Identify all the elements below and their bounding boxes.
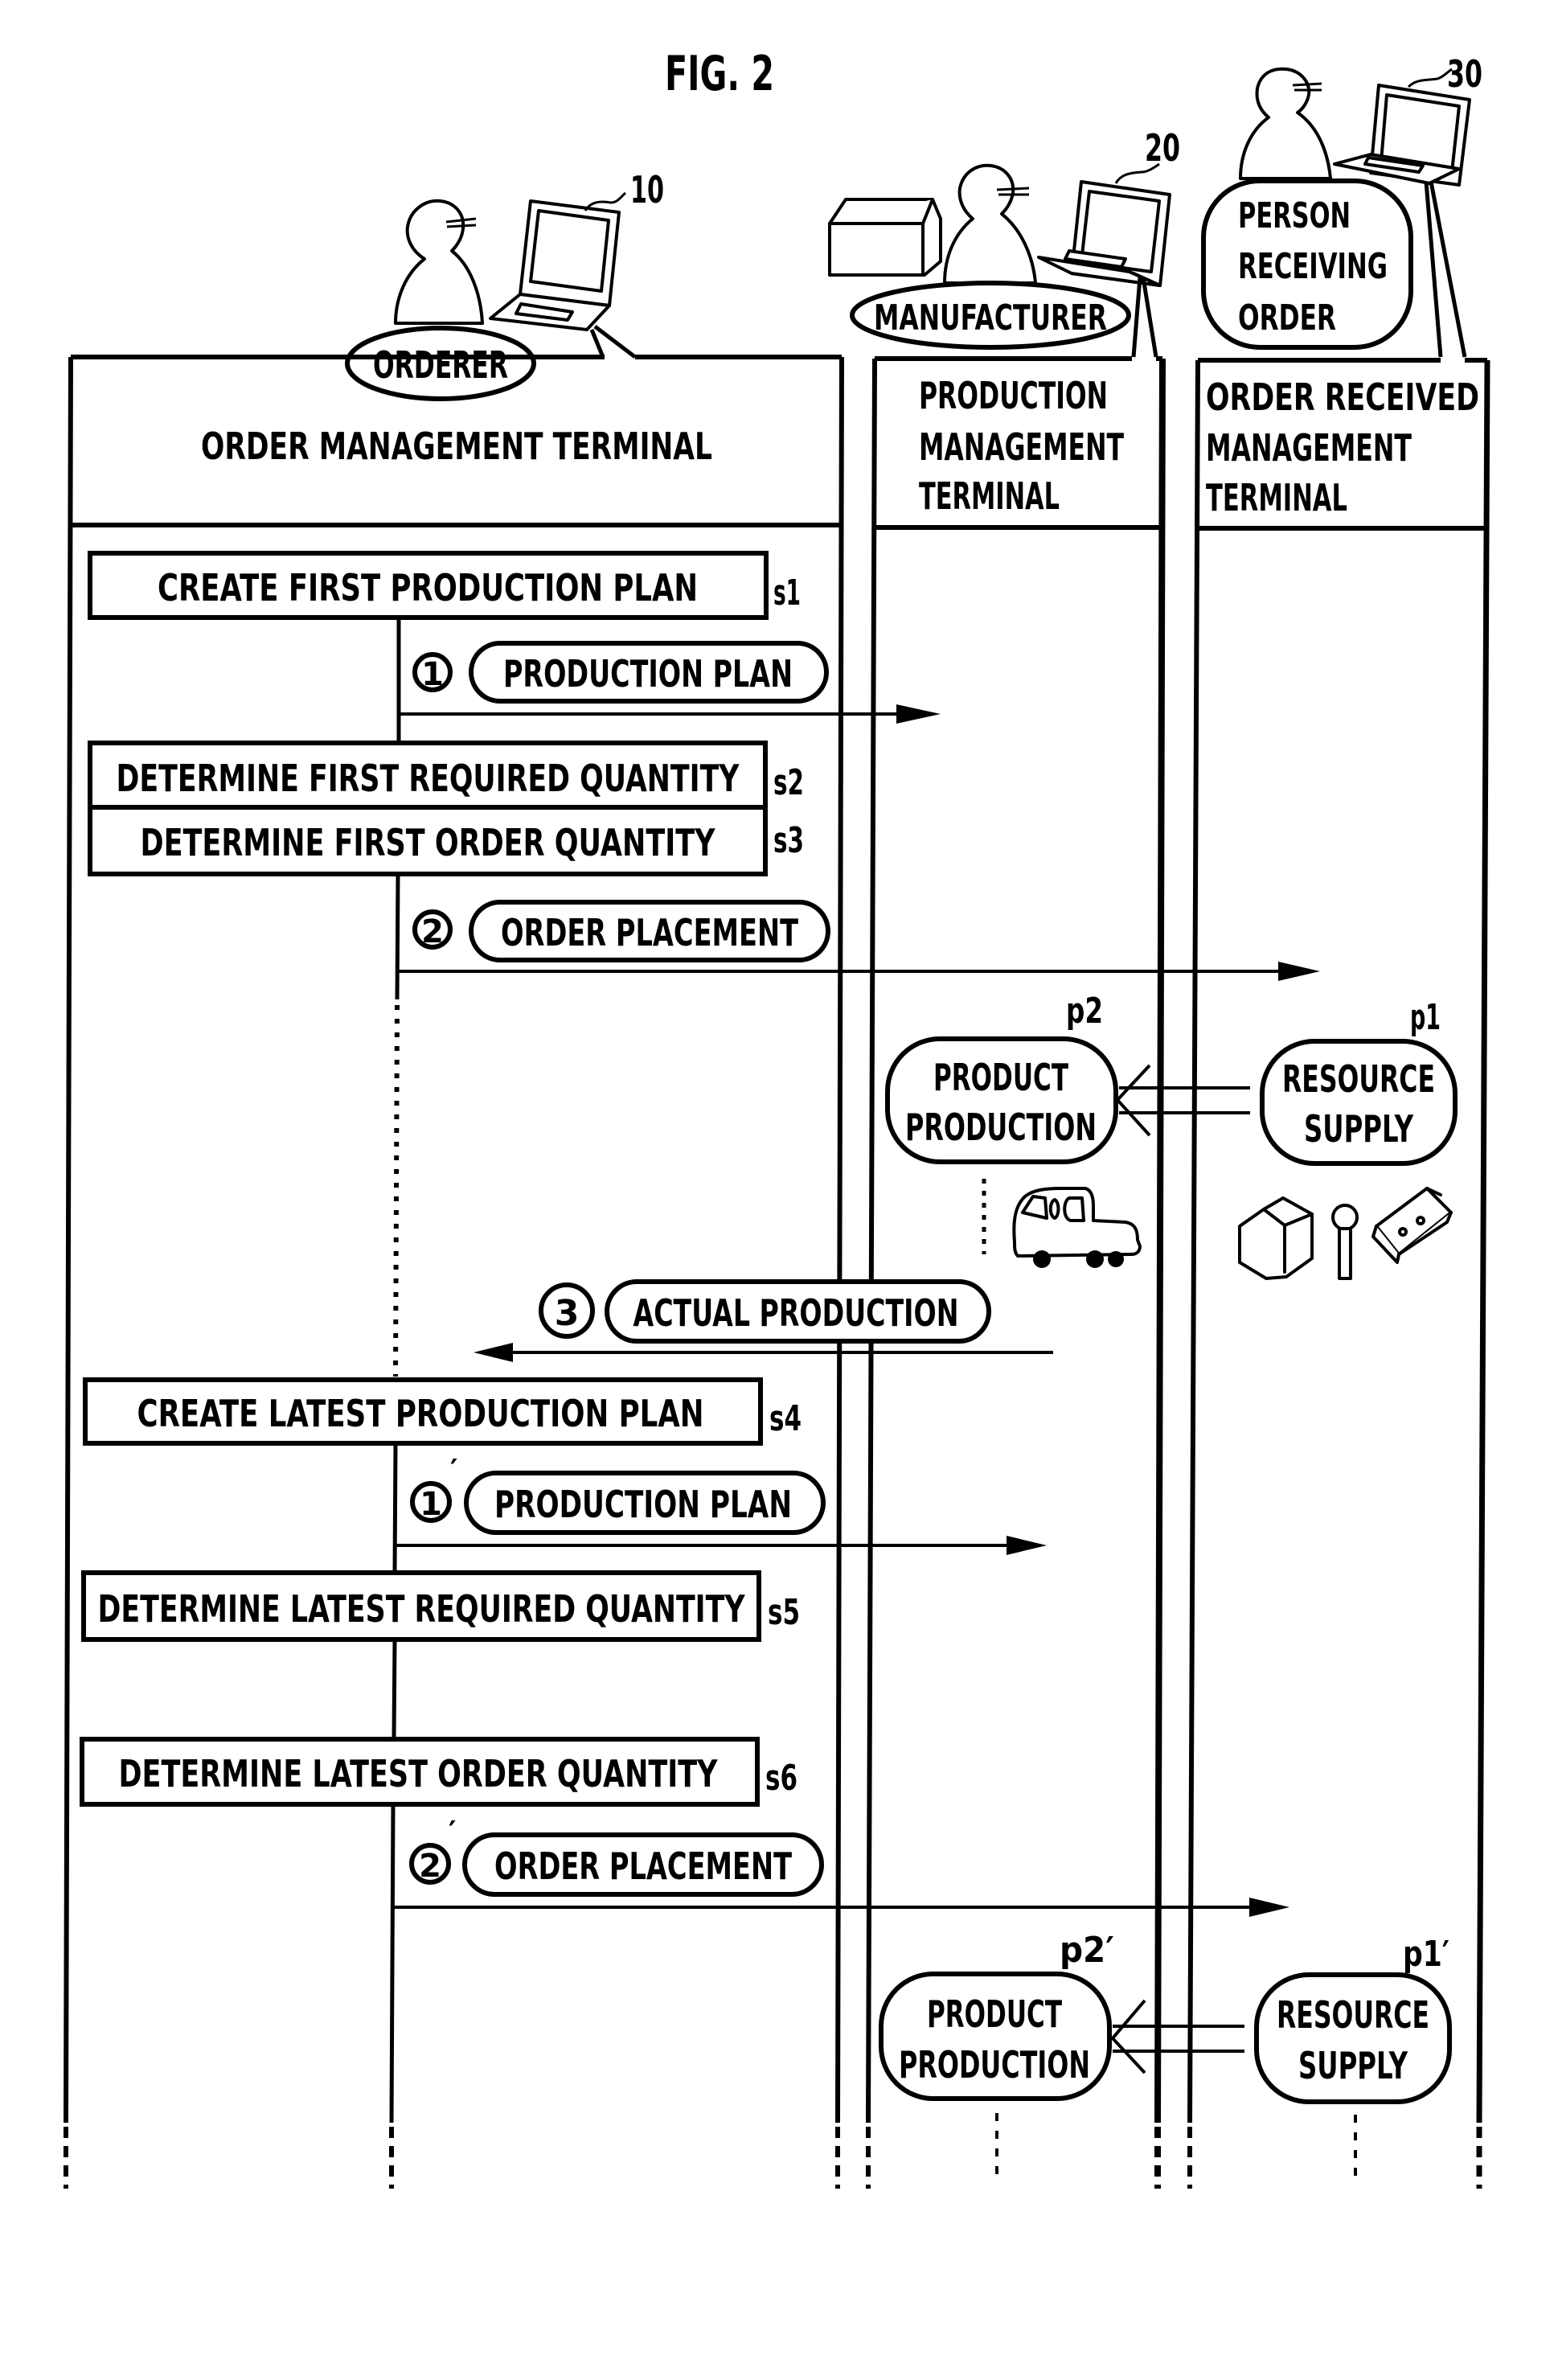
message-2-prime-order-placement: 2 ′ ORDER PLACEMENT	[393, 1816, 1289, 1917]
process-p1-resource-supply: p1 RESOURCE SUPPLY	[1260, 997, 1458, 1166]
message-1-prime-label: PRODUCTION PLAN	[494, 1483, 792, 1526]
process-p1-line-1: RESOURCE	[1282, 1057, 1435, 1101]
process-p1-id: p1	[1410, 997, 1441, 1038]
step-s4-id: s4	[769, 1398, 802, 1439]
message-1-prime-number: 1	[420, 1486, 442, 1523]
resource-flow-arrow	[1115, 1064, 1250, 1137]
message-2-label: ORDER PLACEMENT	[501, 911, 798, 954]
step-s4: CREATE LATEST PRODUCTION PLAN s4	[83, 1377, 802, 1446]
step-s3: DETERMINE FIRST ORDER QUANTITY s3	[88, 805, 804, 876]
message-3-actual-production: 3 ACTUAL PRODUCTION	[474, 1279, 1053, 1362]
sequence-diagram: FIG. 2 10 ORDERER 20 MANUFACTURER 30 PER…	[64, 46, 1490, 2189]
step-s6-id: s6	[765, 1758, 797, 1799]
ref-leader	[1407, 68, 1453, 88]
arrowhead	[1007, 1536, 1047, 1555]
laptop-icon	[489, 199, 621, 331]
message-2-order-placement: 2 ORDER PLACEMENT	[397, 900, 1320, 981]
process-p2-product-production: p2 PRODUCT PRODUCTION	[885, 991, 1118, 1164]
message-3-label: ACTUAL PRODUCTION	[633, 1291, 959, 1335]
message-1-prime-mark: ′	[450, 1454, 458, 1487]
production-management-title-line-1: PRODUCTION	[919, 374, 1108, 417]
manufacturer-ref-number: 20	[1145, 126, 1180, 170]
step-s2-label: DETERMINE FIRST REQUIRED QUANTITY	[117, 757, 740, 800]
message-2-prime-number: 2	[419, 1848, 441, 1885]
process-p2-line-2: PRODUCTION	[905, 1106, 1097, 1149]
order-management-title: ORDER MANAGEMENT TERMINAL	[201, 425, 712, 468]
pin-part-icon	[1331, 1204, 1359, 1280]
receiver-ref-number: 30	[1447, 52, 1482, 96]
receiver-label-line-2: RECEIVING	[1238, 246, 1388, 287]
arrowhead	[1249, 1898, 1289, 1917]
process-p1-prime-id: p1′	[1403, 1934, 1449, 1975]
bracket-part-icon	[1371, 1187, 1453, 1264]
arrowhead	[896, 704, 941, 724]
order-received-title-line-2: MANAGEMENT	[1206, 426, 1412, 470]
message-1-label: PRODUCTION PLAN	[503, 652, 793, 696]
orderer-label: ORDERER	[373, 343, 508, 387]
message-1-production-plan: 1 PRODUCTION PLAN	[399, 641, 941, 724]
terminal-connector	[1131, 277, 1158, 358]
parts-icons	[1238, 1187, 1453, 1280]
manufacturer-actor: 20 MANUFACTURER	[828, 126, 1180, 358]
production-management-lane: PRODUCTION MANAGEMENT TERMINAL	[866, 356, 1166, 2189]
step-s6: DETERMINE LATEST ORDER QUANTITY s6	[80, 1737, 797, 1807]
order-received-title-line-3: TERMINAL	[1206, 476, 1347, 519]
order-management-lane: ORDER MANAGEMENT TERMINAL	[64, 355, 844, 2189]
step-s1-id: s1	[773, 572, 801, 613]
step-s4-label: CREATE LATEST PRODUCTION PLAN	[137, 1392, 704, 1435]
process-p1-prime-line-2: SUPPLY	[1298, 2044, 1408, 2087]
message-3-number: 3	[555, 1293, 580, 1334]
message-2-prime-label: ORDER PLACEMENT	[494, 1844, 792, 1888]
arrowhead	[1278, 962, 1320, 981]
person-icon	[394, 199, 484, 325]
arrowhead	[474, 1343, 513, 1362]
orderer-ref-number: 10	[630, 168, 664, 211]
laptop-icon	[1333, 84, 1471, 187]
receiver-label-line-3: ORDER	[1238, 298, 1336, 339]
process-p2-id: p2	[1066, 991, 1103, 1032]
manufacturer-label: MANUFACTURER	[874, 298, 1107, 339]
step-s5: DETERMINE LATEST REQUIRED QUANTITY s5	[81, 1570, 800, 1642]
step-s2-id: s2	[773, 762, 804, 803]
process-p2-line-1: PRODUCT	[933, 1056, 1068, 1099]
hexagonal-part-icon	[1238, 1196, 1314, 1280]
terminal-connector	[589, 325, 637, 359]
step-s3-id: s3	[773, 820, 804, 861]
message-1-number: 1	[421, 656, 444, 693]
person-icon	[1239, 67, 1332, 180]
message-2-number: 2	[421, 913, 444, 950]
car-icon	[1012, 1187, 1142, 1268]
laptop-icon	[1037, 180, 1171, 287]
production-management-title-line-3: TERMINAL	[919, 474, 1060, 518]
product-box-icon	[828, 198, 942, 277]
message-1-prime-production-plan: 1 ′ PRODUCTION PLAN	[395, 1454, 1047, 1555]
process-p2-prime-id: p2′	[1060, 1930, 1114, 1971]
process-p2-prime-product-production: p2′ PRODUCT PRODUCTION	[879, 1930, 1114, 2101]
receiver-label-line-1: PERSON	[1238, 195, 1351, 236]
resource-flow-arrow	[1110, 1999, 1244, 2074]
process-p2-prime-line-1: PRODUCT	[927, 1992, 1062, 2036]
orderer-actor: 10 ORDERER	[345, 168, 664, 401]
terminal-connector	[1424, 181, 1467, 358]
step-s3-label: DETERMINE FIRST ORDER QUANTITY	[141, 821, 716, 864]
step-s5-id: s5	[768, 1592, 800, 1633]
process-p1-prime-line-1: RESOURCE	[1277, 1993, 1429, 2037]
figure-title: FIG. 2	[665, 46, 774, 102]
process-p1-line-2: SUPPLY	[1304, 1107, 1413, 1151]
process-p1-prime-resource-supply: p1′ RESOURCE SUPPLY	[1254, 1934, 1452, 2104]
receiver-actor: 30 PERSON RECEIVING ORDER	[1201, 52, 1482, 358]
person-icon	[943, 163, 1037, 285]
step-s1-label: CREATE FIRST PRODUCTION PLAN	[158, 566, 698, 609]
step-s1: CREATE FIRST PRODUCTION PLAN s1	[88, 551, 801, 620]
production-management-title-line-2: MANAGEMENT	[919, 425, 1124, 469]
step-s6-label: DETERMINE LATEST ORDER QUANTITY	[119, 1752, 719, 1795]
step-s5-label: DETERMINE LATEST REQUIRED QUANTITY	[98, 1587, 746, 1631]
order-received-title-line-1: ORDER RECEIVED	[1206, 375, 1479, 419]
process-p2-prime-line-2: PRODUCTION	[899, 2043, 1090, 2087]
step-s2: DETERMINE FIRST REQUIRED QUANTITY s2	[88, 741, 804, 810]
message-2-prime-mark: ′	[449, 1816, 457, 1849]
